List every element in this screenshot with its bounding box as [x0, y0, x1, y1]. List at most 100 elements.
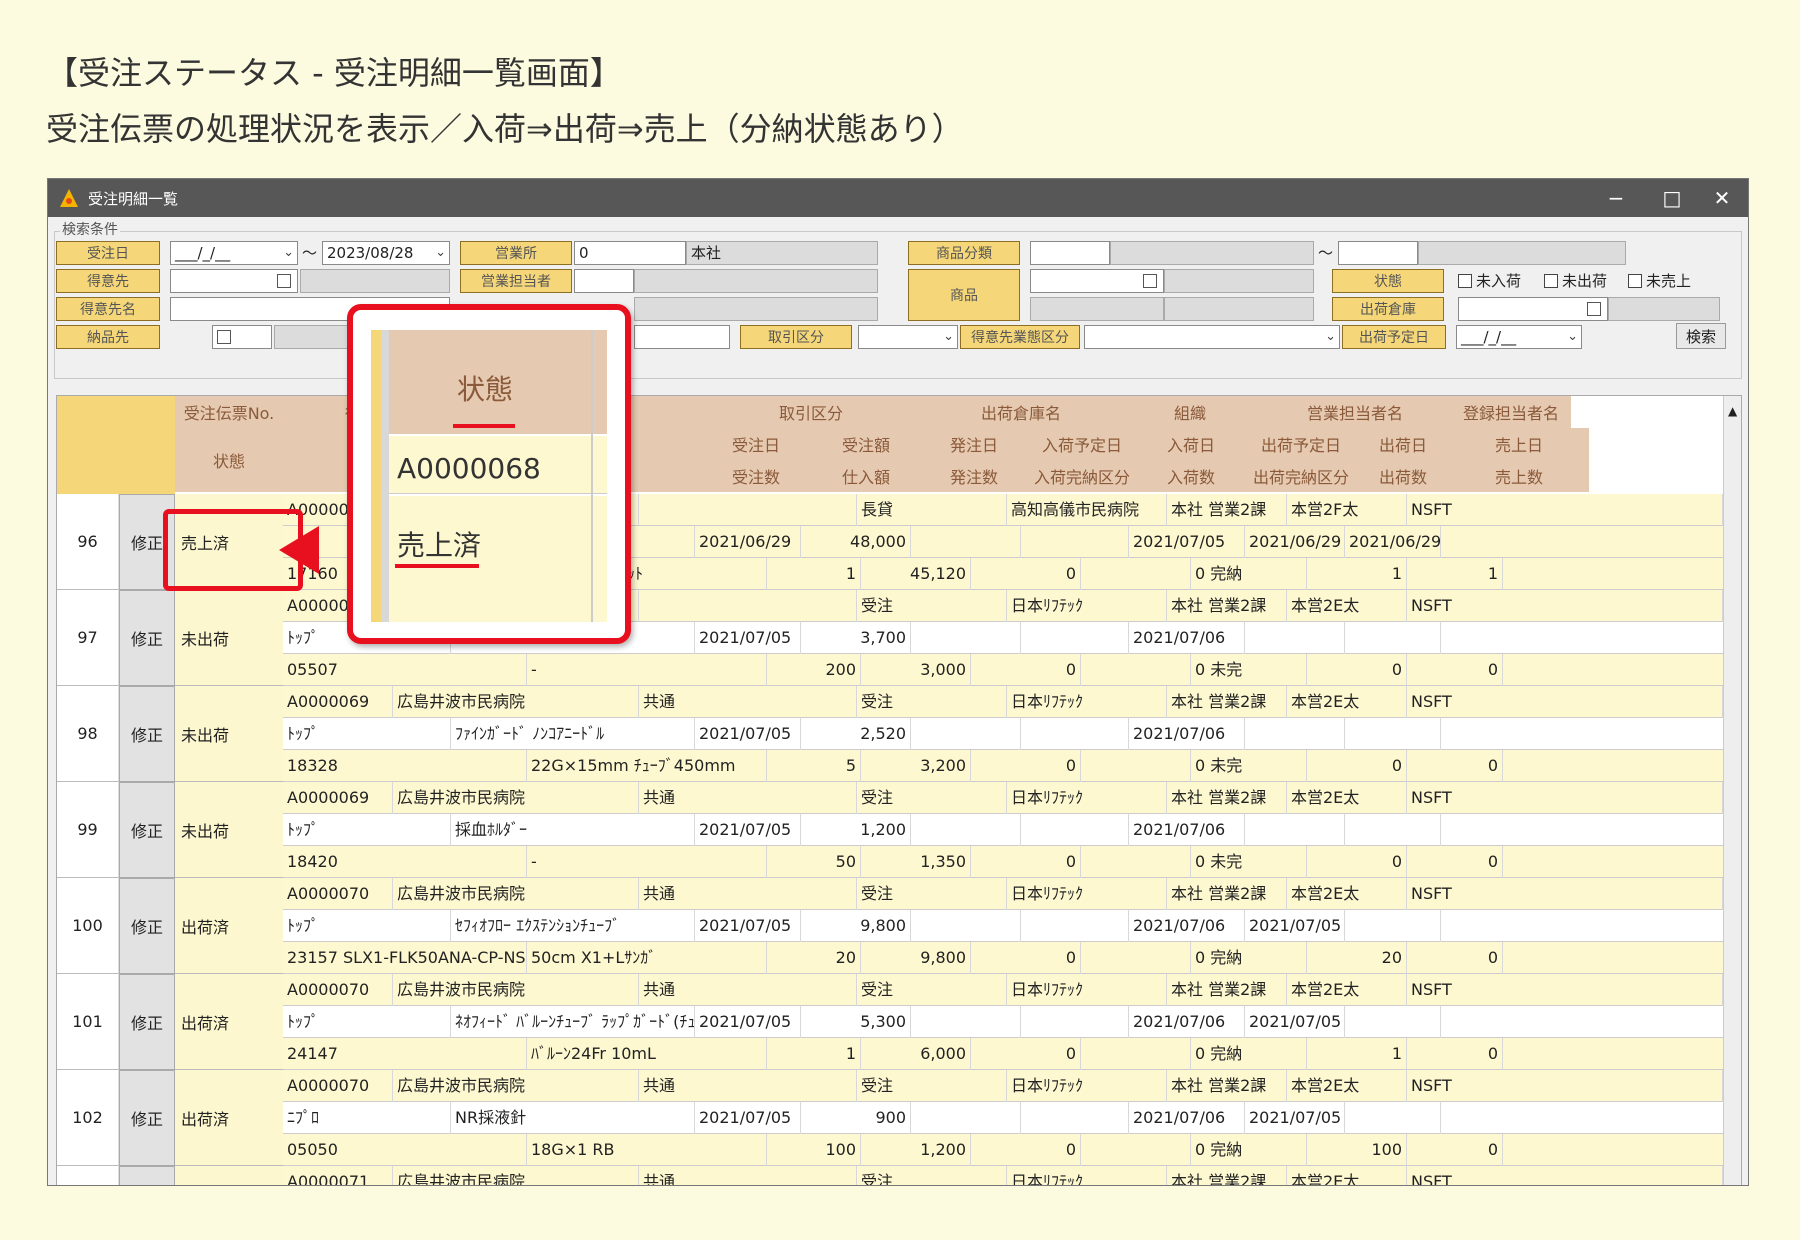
grid-header-cell[interactable]: 出荷倉庫名	[921, 396, 1121, 428]
edit-button[interactable]: 修正	[119, 974, 175, 1070]
grid-header-cell[interactable]: 受注伝票No.	[175, 396, 283, 428]
checkbox-icon[interactable]	[1458, 274, 1472, 288]
grid-cell: 18420	[283, 846, 527, 878]
dropdown-icon: ⌄	[435, 245, 446, 260]
table-row-line3[interactable]: 23157 SLX1-FLK50ANA-CP-NS 50cm X1+Lｻﾝｶﾞ 20…	[283, 942, 1723, 974]
grid-cell: 22G×15mm ﾁｭｰﾌﾞ450mm	[527, 750, 767, 782]
office-code-field[interactable]: 0	[574, 241, 686, 265]
grid-cell: 広島井波市民病院	[393, 1070, 639, 1102]
check-not-shipped[interactable]: 未出荷	[1544, 269, 1607, 293]
lookup-icon[interactable]	[1587, 302, 1601, 316]
grid-header-cell[interactable]: 登録担当者名	[1451, 396, 1571, 428]
title-bar[interactable]: 受注明細一覧 − □ ✕	[48, 179, 1748, 217]
table-row-line1[interactable]: A0000070 広島井波市民病院 共通 受注 日本ﾘﾌﾃｯｸ 本社 営業2課 本営2E太 N…	[283, 878, 1723, 910]
grid-cell: NSFT	[1407, 494, 1723, 526]
product-category-to-name	[1418, 241, 1626, 265]
grid-header-cell[interactable]: 出荷完納区分	[1245, 460, 1357, 492]
grid-cell: 0 完納	[1191, 942, 1307, 974]
close-button[interactable]: ✕	[1694, 179, 1748, 217]
check-not-sold[interactable]: 未売上	[1628, 269, 1691, 293]
table-row-line3[interactable]: 24147 ﾊﾞﾙｰﾝ24Fr 10mL 1 6,000 0 0 完納 1 0	[283, 1038, 1723, 1070]
table-row-line3[interactable]: 18420-50 1,350 0 0 未完 0 0	[283, 846, 1723, 878]
order-date-to[interactable]: 2023/08/28 ⌄	[322, 241, 450, 265]
edit-button[interactable]: 修正	[119, 878, 175, 974]
table-row-line1[interactable]: A0000070 広島井波市民病院 共通 受注 日本ﾘﾌﾃｯｸ 本社 営業2課 本営2E太 N…	[283, 1070, 1723, 1102]
grid-header-cell[interactable]: 出荷数	[1357, 460, 1449, 492]
ship-date-value: ___/_/__	[1461, 328, 1517, 346]
table-row-line2[interactable]: ﾆﾌﾟﾛ NR採液針 2021/07/05 900 2021/07/06 2021/07/…	[283, 1102, 1723, 1134]
grid-header-cell[interactable]: 入荷日	[1137, 428, 1245, 460]
grid-cell: A0000069	[283, 686, 393, 718]
table-row-line1[interactable]: A0000069 広島井波市民病院 共通 受注 日本ﾘﾌﾃｯｸ 本社 営業2課 本営2E太 N…	[283, 686, 1723, 718]
grid-cell: 2021/06/29	[1245, 526, 1345, 558]
grid-cell: 0	[971, 558, 1081, 590]
maximize-button[interactable]: □	[1644, 179, 1700, 217]
edit-button[interactable]: 修正	[119, 590, 175, 686]
product-code-field[interactable]	[1030, 269, 1164, 293]
grid-cell: 日本ﾘﾌﾃｯｸ	[1007, 590, 1167, 622]
table-row-line2[interactable]: ﾄｯﾌﾟﾈｵﾌｨｰﾄﾞ ﾊﾞﾙｰﾝﾁｭｰﾌﾞ ﾗｯﾌﾟｶﾞｰﾄﾞ(ﾁｭｰﾌﾞ型)…	[283, 1006, 1723, 1038]
table-row-line2[interactable]: ﾄｯﾌﾟ ｾﾌｨｵﾌﾛｰ ｴｸｽﾃﾝｼｮﾝﾁｭｰﾌﾞ 2021/07/05 9,800…	[283, 910, 1723, 942]
order-detail-grid[interactable]: 受注伝票No.得意先名納品先名取引区分出荷倉庫名組織営業担当者名登録担当者名状態…	[56, 395, 1742, 1185]
grid-cell: 05507	[283, 654, 527, 686]
trade-type-select[interactable]: ⌄	[858, 325, 958, 349]
product-label: 商品	[908, 269, 1020, 321]
grid-header-cell[interactable]: 入荷完納区分	[1027, 460, 1137, 492]
order-date-from[interactable]: ___/_/__ ⌄	[170, 241, 298, 265]
grid-header-cell[interactable]: 発注日	[921, 428, 1027, 460]
scroll-up-icon[interactable]: ▲	[1728, 404, 1737, 418]
warehouse-code-field[interactable]	[1458, 297, 1608, 321]
delivery-code-field[interactable]	[212, 325, 272, 349]
table-row-line1[interactable]: A0000069 広島井波市民病院 共通 受注 日本ﾘﾌﾃｯｸ 本社 営業2課 本営2E太 N…	[283, 782, 1723, 814]
sales-rep-code[interactable]	[574, 269, 634, 293]
edit-button[interactable]: 修正	[119, 1070, 175, 1166]
edit-button[interactable]: 修正	[119, 686, 175, 782]
product-category-from[interactable]	[1030, 241, 1110, 265]
grid-header-cell[interactable]: 入荷数	[1137, 460, 1245, 492]
minimize-button[interactable]: −	[1588, 179, 1644, 217]
grid-cell: ﾌｧｲﾝｶﾞｰﾄﾞ ﾉﾝｺｱﾆｰﾄﾞﾙ	[451, 718, 695, 750]
grid-header-cell[interactable]: 売上日	[1449, 428, 1589, 460]
table-row-partial[interactable]: A0000071 広島井波市民病院 共通 受注 日本ﾘﾌﾃｯｸ 本社 営業2課 本営2E太 N…	[283, 1166, 1723, 1185]
lookup-icon[interactable]	[217, 330, 231, 344]
edit-button[interactable]: 修正	[119, 782, 175, 878]
table-row-line3[interactable]: 18328 22G×15mm ﾁｭｰﾌﾞ450mm 5 3,200 0 0 未完 0 0	[283, 750, 1723, 782]
grid-header-cell[interactable]: 営業担当者名	[1259, 396, 1451, 428]
lookup-icon[interactable]	[1143, 274, 1157, 288]
grid-header-cell[interactable]: 組織	[1121, 396, 1259, 428]
sales-rep-label: 営業担当者	[460, 269, 572, 293]
grid-header-cell[interactable]: 受注数	[701, 460, 811, 492]
grid-cell	[1345, 814, 1441, 846]
table-row-line1[interactable]: A0000070 広島井波市民病院 共通 受注 日本ﾘﾌﾃｯｸ 本社 営業2課 本営2E太 N…	[283, 974, 1723, 1006]
ship-date-field[interactable]: ___/_/__ ⌄	[1456, 325, 1582, 349]
checkbox-icon[interactable]	[1628, 274, 1642, 288]
table-row-line3[interactable]: 05050 18G×1 RB 100 1,200 0 0 完納 100 0	[283, 1134, 1723, 1166]
grid-header-cell[interactable]: 受注日	[701, 428, 811, 460]
check-not-received[interactable]: 未入荷	[1458, 269, 1521, 293]
grid-header-cell[interactable]: 出荷予定日	[1245, 428, 1357, 460]
grid-cell: 本営2E太	[1287, 782, 1407, 814]
grid-header-cell[interactable]: 仕入額	[811, 460, 921, 492]
grid-header-cell[interactable]: 発注数	[921, 460, 1027, 492]
grid-header-cell[interactable]: 入荷予定日	[1027, 428, 1137, 460]
search-button[interactable]: 検索	[1676, 323, 1726, 349]
edit-button-partial[interactable]	[119, 1166, 175, 1185]
vertical-scrollbar[interactable]: ▲	[1723, 396, 1741, 1185]
grid-cell: 5,300	[801, 1006, 911, 1038]
table-row-line2[interactable]: ﾄｯﾌﾟ ﾌｧｲﾝｶﾞｰﾄﾞ ﾉﾝｺｱﾆｰﾄﾞﾙ 2021/07/05 2,520 20…	[283, 718, 1723, 750]
row4-field[interactable]	[634, 325, 730, 349]
table-row-line2[interactable]: ﾄｯﾌﾟ 採血ﾎﾙﾀﾞｰ 2021/07/05 1,200 2021/07/06	[283, 814, 1723, 846]
product-category-to[interactable]	[1338, 241, 1418, 265]
grid-header-status[interactable]: 状態	[175, 428, 283, 492]
grid-header-cell[interactable]: 売上数	[1449, 460, 1589, 492]
grid-header-cell[interactable]: 出荷日	[1357, 428, 1449, 460]
grid-header-cell[interactable]: 受注額	[811, 428, 921, 460]
checkbox-icon[interactable]	[1544, 274, 1558, 288]
lookup-icon[interactable]	[277, 274, 291, 288]
grid-header-cell[interactable]: 取引区分	[701, 396, 921, 428]
customer-biz-type-select[interactable]: ⌄	[1084, 325, 1340, 349]
table-row-line3[interactable]: 05507-200 3,000 0 0 未完 0 0	[283, 654, 1723, 686]
grid-cell: NSFT	[1407, 782, 1723, 814]
product-row3-a	[1030, 297, 1164, 321]
customer-code-field[interactable]	[170, 269, 298, 293]
